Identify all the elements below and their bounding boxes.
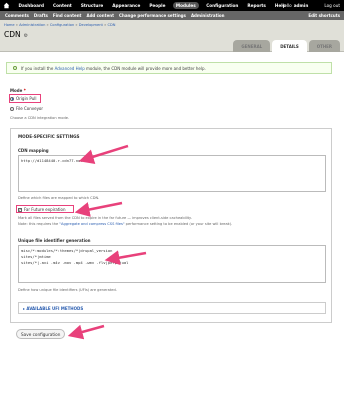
arrow-to-cdn-mapping (78, 144, 129, 164)
arrow-to-ufi (104, 250, 147, 266)
arrow-to-far-future (74, 201, 123, 217)
annotation-arrows (67, 144, 147, 340)
arrow-to-save (67, 324, 105, 340)
